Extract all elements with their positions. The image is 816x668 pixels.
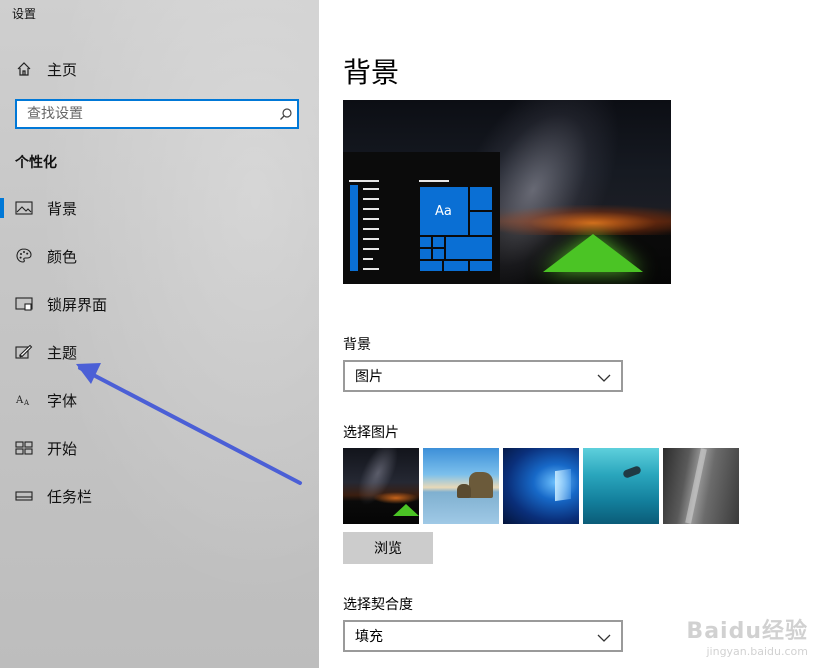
sidebar-item-home[interactable]: 主页: [0, 52, 319, 86]
window-title: 设置: [12, 7, 37, 21]
start-grid-icon: [15, 439, 33, 457]
main-pane: 背景 Aa 背景 图片 选择图片 浏览 选择契合度 填充 Baidu经验 jin…: [319, 0, 816, 668]
preview-app-list-column: [349, 184, 359, 272]
sidebar-item-label: 主页: [47, 60, 78, 79]
watermark-main: Baidu经验: [686, 619, 808, 644]
preview-tile: [469, 211, 493, 236]
preview-list-line: [363, 208, 379, 210]
sidebar-item-background[interactable]: 背景: [0, 184, 319, 232]
preview-tile: [419, 236, 432, 248]
sidebar-item-fonts[interactable]: AA 字体: [0, 376, 319, 424]
thumbnail-beach-rocks[interactable]: [423, 448, 499, 524]
picture-thumbnails: [343, 448, 739, 524]
chevron-down-icon: [597, 367, 611, 386]
preview-list-line: [363, 248, 379, 250]
watermark-sub: jingyan.baidu.com: [706, 645, 808, 658]
fit-dropdown-value: 填充: [355, 629, 383, 645]
fit-dropdown[interactable]: 填充: [343, 620, 623, 652]
preview-tile: [445, 236, 493, 260]
preview-list-line: [363, 268, 379, 270]
sidebar-item-label: 颜色: [47, 247, 78, 266]
preview-list-line: [363, 218, 379, 220]
picture-icon: [15, 199, 33, 217]
sidebar-item-label: 开始: [47, 439, 78, 458]
thumbnail-rock-cliff[interactable]: [663, 448, 739, 524]
thumbnail-windows-light[interactable]: [503, 448, 579, 524]
preview-start-menu: Aa: [343, 152, 500, 284]
sidebar-item-lock-screen[interactable]: 锁屏界面: [0, 280, 319, 328]
background-dropdown[interactable]: 图片: [343, 360, 623, 392]
preview-tile-header-line: [419, 180, 449, 182]
choose-picture-label: 选择图片: [343, 425, 399, 441]
sidebar-item-label: 背景: [47, 199, 78, 218]
sidebar-item-label: 锁屏界面: [47, 295, 108, 314]
sidebar-item-label: 任务栏: [47, 487, 93, 506]
preview-list-line: [363, 238, 379, 240]
page-title: 背景: [343, 56, 400, 89]
preview-horizon-glow: [493, 205, 671, 235]
preview-tile: [469, 186, 493, 211]
preview-list-line: [363, 228, 379, 230]
sidebar-item-label: 字体: [47, 391, 78, 410]
home-icon: [15, 60, 33, 78]
thumbnail-night-tent[interactable]: [343, 448, 419, 524]
font-icon: AA: [15, 391, 33, 409]
sidebar: 设置 主页 个性化 背景 颜色 锁屏界面: [0, 0, 319, 668]
lock-screen-icon: [15, 295, 33, 313]
sidebar-item-start[interactable]: 开始: [0, 424, 319, 472]
preview-list-line: [363, 198, 379, 200]
search-box[interactable]: [15, 99, 299, 129]
thumbnail-underwater-diver[interactable]: [583, 448, 659, 524]
section-heading: 个性化: [15, 155, 57, 171]
preview-list-line: [363, 258, 373, 260]
baidu-watermark: Baidu经验 jingyan.baidu.com: [686, 613, 808, 658]
sidebar-item-label: 主题: [47, 343, 78, 362]
background-preview: Aa: [343, 100, 671, 284]
preview-tile-text: Aa: [435, 204, 452, 219]
theme-brush-icon: [15, 343, 33, 361]
preview-list-line: [349, 180, 379, 182]
taskbar-icon: [15, 487, 33, 505]
preview-tent: [543, 234, 643, 272]
palette-icon: [15, 247, 33, 265]
preview-tile: [419, 248, 432, 260]
preview-tile: [469, 260, 493, 272]
svg-text:A: A: [23, 399, 30, 407]
search-input[interactable]: [17, 101, 275, 127]
sidebar-item-taskbar[interactable]: 任务栏: [0, 472, 319, 520]
preview-list-line: [363, 188, 379, 190]
background-dropdown-value: 图片: [355, 369, 383, 385]
sidebar-item-themes[interactable]: 主题: [0, 328, 319, 376]
preview-tile: [432, 236, 445, 248]
chevron-down-icon: [597, 627, 611, 646]
background-label: 背景: [343, 337, 371, 353]
preview-tile: [432, 248, 445, 260]
svg-text:A: A: [15, 395, 24, 406]
preview-tile: [419, 260, 443, 272]
search-icon[interactable]: [275, 107, 297, 121]
sidebar-item-colors[interactable]: 颜色: [0, 232, 319, 280]
preview-tile: [443, 260, 469, 272]
fit-label: 选择契合度: [343, 597, 413, 613]
nav-list: 背景 颜色 锁屏界面 主题 AA 字体 开始 任务栏: [0, 184, 319, 520]
browse-button[interactable]: 浏览: [343, 532, 433, 564]
